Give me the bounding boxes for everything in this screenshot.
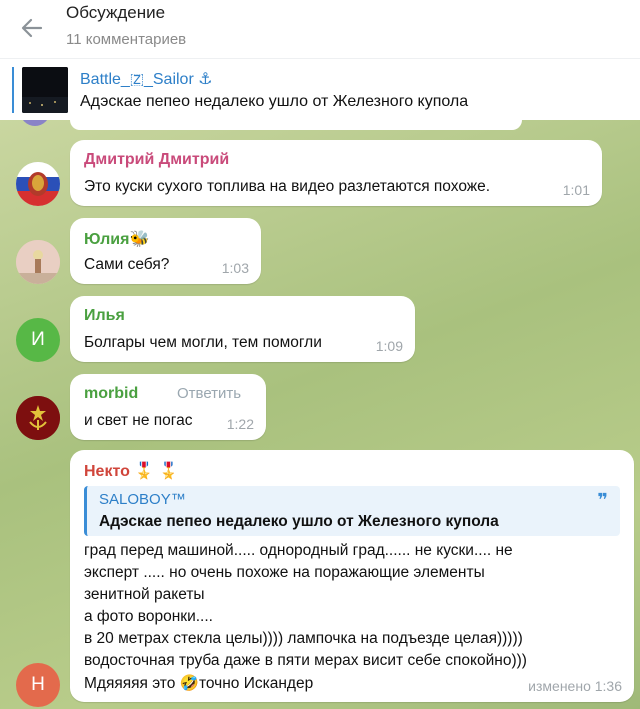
message-bubble[interactable]: morbid Ответить и свет не погас 1:22 bbox=[70, 374, 266, 440]
avatar[interactable] bbox=[16, 396, 60, 440]
message-text: Это куски сухого топлива на видео разлет… bbox=[84, 178, 491, 195]
pinned-accent-bar bbox=[12, 67, 14, 113]
message-author[interactable]: Некто 🎖️ 🎖️ bbox=[84, 461, 179, 481]
message-author[interactable]: morbid bbox=[84, 385, 138, 403]
message-text-line: зенитной ракеты bbox=[84, 586, 205, 603]
comment-count: 11 комментариев bbox=[66, 31, 187, 48]
message-bubble[interactable]: Некто 🎖️ 🎖️ SALOBOY™ Адэскае пепео недал… bbox=[70, 450, 634, 702]
arrow-left-icon bbox=[21, 18, 43, 38]
avatar-letter: И bbox=[31, 329, 45, 350]
message-time: изменено 1:36 bbox=[528, 678, 622, 694]
message-text-line: Мдяяяяя это 🤣точно Искандер bbox=[84, 675, 314, 692]
message-bubble[interactable]: Дмитрий Дмитрий Это куски сухого топлива… bbox=[70, 140, 602, 206]
pinned-thumbnail bbox=[22, 67, 68, 113]
message-text-line: а фото воронки.... bbox=[84, 608, 213, 625]
message-text: Сами себя? bbox=[84, 256, 170, 273]
pinned-channel-name: Battle_🇿_Sailor ⚓ bbox=[80, 71, 213, 88]
avatar[interactable]: И bbox=[16, 318, 60, 362]
pinned-post[interactable]: Battle_🇿_Sailor ⚓ Адэскае пепео недалеко… bbox=[0, 58, 640, 120]
back-button[interactable] bbox=[14, 10, 50, 46]
avatar-letter: Н bbox=[31, 674, 45, 695]
avatar[interactable]: Н bbox=[16, 663, 60, 707]
message-time: 1:22 bbox=[226, 416, 254, 432]
message-author[interactable]: Юлия🐝 bbox=[84, 229, 149, 249]
avatar[interactable] bbox=[16, 240, 60, 284]
message-time: 1:03 bbox=[221, 260, 249, 276]
message-time: 1:01 bbox=[562, 182, 590, 198]
quote-author: SALOBOY™ bbox=[99, 491, 186, 508]
message-text: и свет не погас bbox=[84, 412, 193, 429]
message-time: 1:09 bbox=[375, 338, 403, 354]
pinned-text: Адэскае пепео недалеко ушло от Железного… bbox=[80, 93, 469, 110]
message-bubble[interactable]: Илья Болгары чем могли, тем помогли 1:09 bbox=[70, 296, 415, 362]
message-text-line: водосточная труба даже в пяти мерах виси… bbox=[84, 652, 527, 669]
message-bubble[interactable] bbox=[70, 120, 522, 130]
message-author[interactable]: Илья bbox=[84, 307, 125, 325]
message-text-line: эксперт ..... но очень похоже на поражаю… bbox=[84, 564, 485, 581]
avatar[interactable] bbox=[16, 162, 60, 206]
quote-text: Адэскае пепео недалеко ушло от Железного… bbox=[99, 513, 499, 530]
chat-area[interactable]: Дмитрий Дмитрий Это куски сухого топлива… bbox=[0, 120, 640, 709]
chat-header: Обсуждение 11 комментариев bbox=[0, 0, 640, 58]
message-author[interactable]: Дмитрий Дмитрий bbox=[84, 151, 229, 169]
message-bubble[interactable]: Юлия🐝 Сами себя? 1:03 bbox=[70, 218, 261, 284]
quote-icon: ❞ bbox=[597, 490, 608, 510]
page-title: Обсуждение bbox=[66, 3, 166, 22]
message-text-line: град перед машиной..... однородный град.… bbox=[84, 542, 513, 559]
reply-quote[interactable]: SALOBOY™ Адэскае пепео недалеко ушло от … bbox=[84, 486, 620, 536]
message-text-line: в 20 метрах стекла целы)))) лампочка на … bbox=[84, 630, 523, 647]
message-text: Болгары чем могли, тем помогли bbox=[84, 334, 322, 351]
avatar[interactable] bbox=[20, 120, 50, 126]
reply-button[interactable]: Ответить bbox=[177, 385, 241, 402]
